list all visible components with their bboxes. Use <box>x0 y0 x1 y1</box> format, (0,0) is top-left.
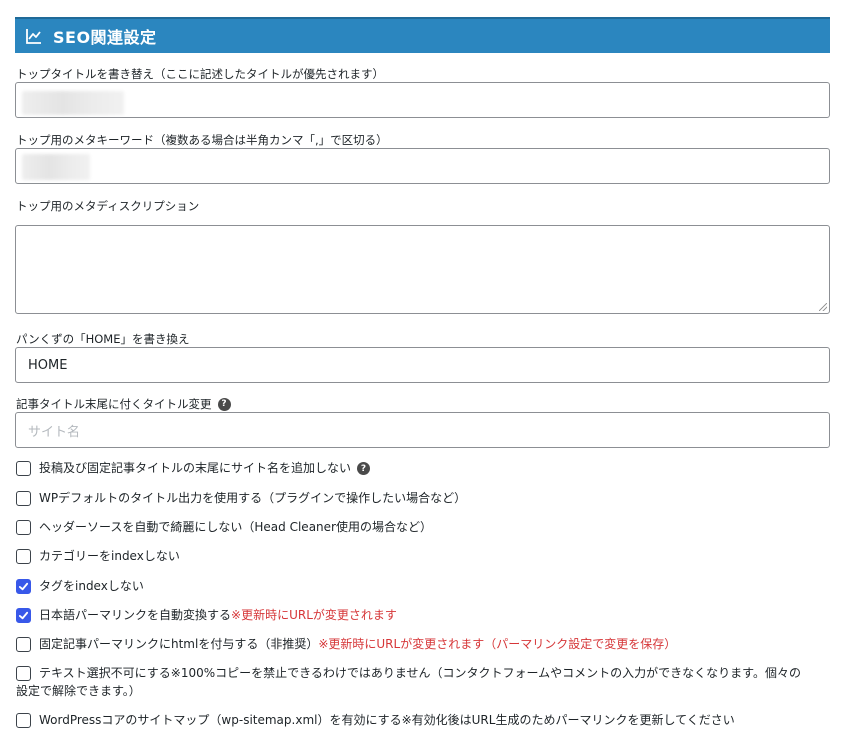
top-keywords-input[interactable] <box>15 148 830 184</box>
checkbox-label: 固定記事パーマリンクにhtmlを付与する（非推奨）※更新時にURLが変更されます… <box>39 637 677 651</box>
chart-line-icon <box>25 27 43 45</box>
checkbox-label: ヘッダーソースを自動で綺麗にしない（Head Cleaner使用の場合など） <box>39 520 432 534</box>
breadcrumb-home-input[interactable]: HOME <box>15 347 830 383</box>
checkbox-label: カテゴリーをindexしない <box>39 549 180 563</box>
top-keywords-label: トップ用のメタキーワード（複数ある場合は半角カンマ「,」で区切る） <box>16 133 388 147</box>
section-header: SEO関連設定 <box>15 17 830 53</box>
checkbox-row-tag-noindex[interactable]: タグをindexしない <box>16 577 144 595</box>
checkbox-label: 投稿及び固定記事タイトルの末尾にサイト名を追加しない <box>39 461 352 475</box>
checkbox-label: 日本語パーマリンクを自動変換する※更新時にURLが変更されます <box>39 608 397 622</box>
checkbox-row-japanese-permalink[interactable]: 日本語パーマリンクを自動変換する※更新時にURLが変更されます <box>16 606 397 624</box>
checkbox-checked[interactable] <box>16 608 31 623</box>
checkbox[interactable] <box>16 461 31 476</box>
checkbox[interactable] <box>16 491 31 506</box>
title-suffix-input[interactable]: サイト名 <box>15 412 830 448</box>
checkbox-label: WPデフォルトのタイトル出力を使用する（プラグインで操作したい場合など） <box>39 491 467 505</box>
checkbox-label: WordPressコアのサイトマップ（wp-sitemap.xml）を有効にする… <box>39 713 735 727</box>
checkbox-row-html-permalink[interactable]: 固定記事パーマリンクにhtmlを付与する（非推奨）※更新時にURLが変更されます… <box>16 635 676 653</box>
checkbox-row-wp-sitemap[interactable]: WordPressコアのサイトマップ（wp-sitemap.xml）を有効にする… <box>16 711 735 729</box>
title-suffix-placeholder: サイト名 <box>28 424 81 440</box>
checkmark-icon <box>18 611 29 620</box>
checkbox-row-disable-selection[interactable]: テキスト選択不可にする※100%コピーを禁止できるわけではありません（コンタクト… <box>16 664 831 700</box>
help-icon[interactable]: ? <box>357 462 371 475</box>
checkbox-row-head-cleaner[interactable]: ヘッダーソースを自動で綺麗にしない（Head Cleaner使用の場合など） <box>16 518 432 536</box>
checkbox-label: タグをindexしない <box>39 579 144 593</box>
checkbox[interactable] <box>16 520 31 535</box>
breadcrumb-home-value: HOME <box>28 357 68 373</box>
section-title: SEO関連設定 <box>53 28 157 47</box>
checkbox[interactable] <box>16 549 31 564</box>
top-title-input[interactable] <box>15 82 830 118</box>
top-description-label: トップ用のメタディスクリプション <box>16 199 200 213</box>
checkbox-row-wp-default-title[interactable]: WPデフォルトのタイトル出力を使用する（プラグインで操作したい場合など） <box>16 489 466 507</box>
help-icon[interactable]: ? <box>217 397 231 411</box>
checkbox-checked[interactable] <box>16 579 31 594</box>
warning-text: ※更新時にURLが変更されます（パーマリンク設定で変更を保存） <box>318 637 677 651</box>
checkbox-row-category-noindex[interactable]: カテゴリーをindexしない <box>16 547 180 565</box>
title-suffix-label: 記事タイトル末尾に付くタイトル変更 ? <box>16 396 231 412</box>
redacted-value <box>22 91 124 115</box>
title-suffix-label-text: 記事タイトル末尾に付くタイトル変更 <box>16 397 212 411</box>
checkbox-row-no-site-name[interactable]: 投稿及び固定記事タイトルの末尾にサイト名を追加しない ? <box>16 459 371 477</box>
checkbox[interactable] <box>16 713 31 728</box>
redacted-value <box>22 154 90 180</box>
seo-settings-panel: SEO関連設定 トップタイトルを書き替え（ここに記述したタイトルが優先されます）… <box>0 0 845 745</box>
top-title-label: トップタイトルを書き替え（ここに記述したタイトルが優先されます） <box>16 67 384 81</box>
checkbox-label: テキスト選択不可にする※100%コピーを禁止できるわけではありません（コンタクト… <box>16 666 801 698</box>
top-description-textarea[interactable] <box>15 225 830 314</box>
warning-text: ※更新時にURLが変更されます <box>231 608 397 622</box>
resize-handle[interactable] <box>819 303 827 311</box>
breadcrumb-home-label: パンくずの「HOME」を書き換え <box>16 332 190 346</box>
checkmark-icon <box>18 582 29 591</box>
checkbox[interactable] <box>16 637 31 652</box>
